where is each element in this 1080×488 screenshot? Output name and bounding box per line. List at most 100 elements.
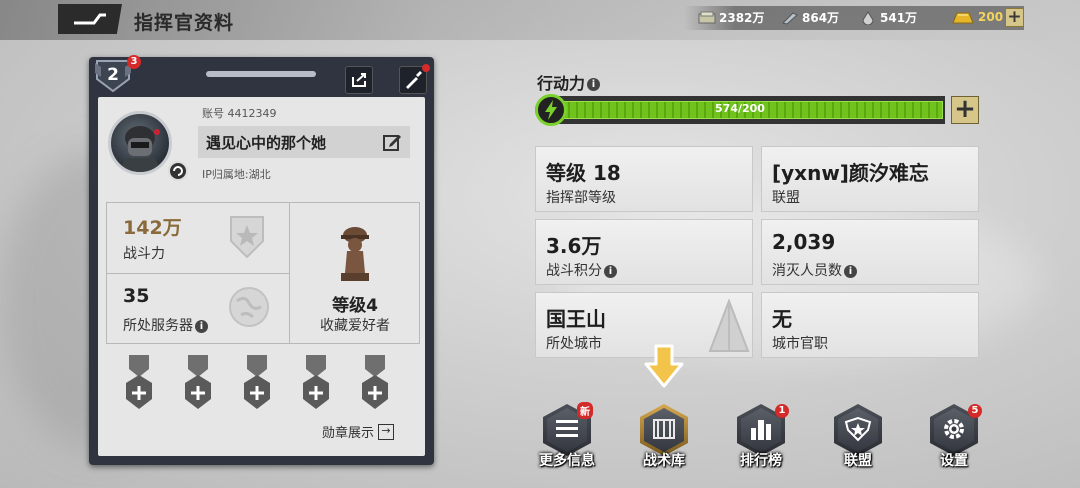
- card-body: 账号 4412349 遇见心中的那个她 IP归属地:湖北 142万 战斗力 35…: [98, 97, 425, 456]
- server-label: 所处服务器: [123, 318, 193, 334]
- kills-value: 2,039: [772, 230, 836, 254]
- alliance-label: 联盟: [772, 190, 800, 206]
- leaderboard-label: 排行榜: [740, 453, 782, 469]
- collector-level: 等级4: [332, 296, 378, 316]
- arrow-right-icon: →: [378, 423, 395, 440]
- city-value: 国王山: [546, 307, 606, 331]
- tactics-icon: [653, 419, 675, 439]
- steel-icon: [782, 11, 798, 25]
- more-info-button[interactable]: 新 更多信息: [535, 402, 599, 484]
- mountain-icon: [708, 299, 750, 352]
- kills-label-row: 消灭人员数 i: [772, 260, 857, 280]
- tactics-library-label: 战术库: [643, 453, 685, 469]
- tile-kills[interactable]: 2,039 消灭人员数 i: [761, 219, 979, 285]
- share-button[interactable]: [345, 66, 373, 94]
- leaderboard-badge: 1: [775, 404, 789, 418]
- guide-arrow-icon: [644, 344, 684, 388]
- account-id: 账号 4412349: [202, 107, 277, 120]
- alliance-label: 联盟: [844, 453, 872, 469]
- resource-value: 541万: [880, 11, 918, 25]
- card-handle: [206, 71, 316, 77]
- star-shield-icon: [230, 216, 264, 259]
- hq-level-label: 指挥部等级: [546, 190, 616, 206]
- medal-slot-icon[interactable]: [181, 355, 215, 411]
- combat-power-label: 战斗力: [123, 246, 165, 262]
- info-icon[interactable]: i: [195, 319, 208, 333]
- ip-location: IP归属地:湖北: [202, 168, 271, 181]
- cash-icon: [698, 11, 716, 23]
- resource-gold[interactable]: 200: [951, 9, 1003, 25]
- resource-steel[interactable]: 864万: [781, 9, 839, 26]
- more-info-label: 更多信息: [539, 453, 595, 469]
- customize-button[interactable]: [399, 64, 430, 94]
- server-value: 35: [123, 285, 150, 307]
- resource-cash[interactable]: 2382万: [698, 9, 764, 26]
- avatar[interactable]: [108, 111, 172, 175]
- alliance-button[interactable]: 联盟: [826, 404, 890, 484]
- combat-power-value: 142万: [123, 217, 182, 239]
- collector-label: 收藏爱好者: [320, 318, 390, 334]
- share-icon: [352, 73, 366, 87]
- gold-icon: [952, 12, 974, 24]
- city-label: 所处城市: [546, 336, 602, 352]
- stats-grid: 142万 战斗力 35 所处服务器 i 等级4 收藏爱好者: [106, 202, 420, 344]
- profile-card: 2 3 账号 4412349 遇见心中的那个她 IP归属地:湖北 142万 战斗…: [89, 55, 434, 465]
- rank-level: 2: [107, 65, 119, 85]
- ranking-icon: [751, 420, 771, 440]
- leaderboard-button[interactable]: 1 排行榜: [729, 404, 793, 484]
- resource-oil[interactable]: 541万: [859, 9, 917, 26]
- settings-label: 设置: [940, 453, 968, 469]
- rank-badge[interactable]: 2 3: [95, 55, 141, 93]
- player-name: 遇见心中的那个她: [206, 134, 327, 152]
- battle-score-label: 战斗积分: [546, 263, 602, 279]
- change-avatar-button[interactable]: [168, 161, 188, 181]
- add-action-points-button[interactable]: +: [951, 96, 979, 124]
- resource-value: 864万: [802, 11, 840, 25]
- settings-button[interactable]: 5 设置: [922, 404, 986, 484]
- edit-icon[interactable]: [382, 132, 402, 152]
- medal-slot-icon[interactable]: [358, 355, 392, 411]
- medal-slot-icon[interactable]: [299, 355, 333, 411]
- back-arrow-icon: [74, 13, 106, 25]
- hq-level-value: 等级 18: [546, 161, 621, 185]
- action-points-label: 行动力: [537, 74, 586, 93]
- medal-display-link[interactable]: 勋章展示 →: [322, 422, 395, 441]
- back-button[interactable]: [58, 4, 122, 34]
- medal-slots: [110, 355, 410, 415]
- city-title-label: 城市官职: [772, 336, 828, 352]
- resource-value: 2382万: [719, 11, 765, 25]
- city-title-value: 无: [772, 307, 792, 331]
- resource-value: 200: [978, 10, 1004, 24]
- menu-icon: [556, 420, 578, 437]
- battle-score-value: 3.6万: [546, 234, 602, 258]
- refresh-icon: [173, 166, 183, 176]
- page-title: 指挥官资料: [134, 12, 235, 34]
- medal-slot-icon[interactable]: [240, 355, 274, 411]
- new-badge: 新: [577, 402, 593, 419]
- name-field[interactable]: 遇见心中的那个她: [198, 126, 410, 158]
- action-points-text: 574/200: [715, 102, 765, 115]
- info-icon[interactable]: i: [844, 264, 857, 278]
- chess-pawn-soldier-icon: [341, 227, 369, 281]
- settings-icon: [944, 419, 964, 439]
- info-icon[interactable]: i: [604, 264, 617, 278]
- settings-badge: 5: [968, 404, 982, 418]
- battle-score-label-row: 战斗积分 i: [546, 260, 617, 280]
- info-icon[interactable]: i: [587, 78, 601, 91]
- lightning-icon: [535, 94, 567, 126]
- customize-notification-dot: [422, 64, 430, 72]
- medal-slot-icon[interactable]: [122, 355, 156, 411]
- tactics-library-button[interactable]: 战术库: [632, 404, 696, 484]
- tile-alliance[interactable]: [yxnw]颜汐难忘 联盟: [761, 146, 979, 212]
- soldier-portrait: [119, 126, 161, 172]
- globe-icon: [229, 287, 269, 327]
- tile-hq-level[interactable]: 等级 18 指挥部等级: [535, 146, 753, 212]
- alliance-icon: [844, 416, 872, 442]
- buy-gold-button[interactable]: +: [1005, 8, 1024, 27]
- action-points-label-row: 行动力 i: [537, 70, 601, 94]
- alliance-value: [yxnw]颜汐难忘: [772, 161, 929, 185]
- medal-display-label: 勋章展示: [322, 426, 375, 441]
- tile-city-title[interactable]: 无 城市官职: [761, 292, 979, 358]
- kills-label: 消灭人员数: [772, 263, 842, 279]
- tile-battle-score[interactable]: 3.6万 战斗积分 i: [535, 219, 753, 285]
